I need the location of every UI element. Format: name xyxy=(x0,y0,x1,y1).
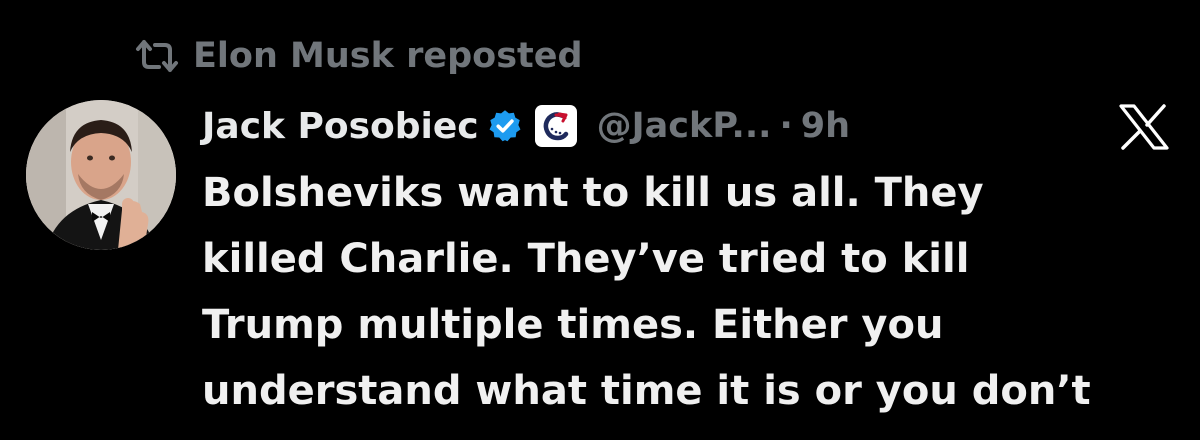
author-handle[interactable]: @JackP... xyxy=(597,106,772,146)
avatar[interactable] xyxy=(26,100,176,250)
post-timestamp[interactable]: 9h xyxy=(801,106,850,146)
post-header: Jack Posobiec @JackP... · 9h xyxy=(202,100,850,152)
repost-indicator[interactable]: Elon Musk reposted xyxy=(135,30,583,82)
post-text-line: understand what time it is or you don’t xyxy=(202,368,1091,414)
x-logo-icon xyxy=(1118,104,1170,150)
author-display-name[interactable]: Jack Posobiec xyxy=(202,106,479,147)
repost-label: Elon Musk reposted xyxy=(193,36,583,76)
post-text-line: Trump multiple times. Either you xyxy=(202,302,944,348)
post-text: Bolsheviks want to kill us all. They kil… xyxy=(202,160,1182,424)
separator-dot: · xyxy=(779,106,793,146)
repost-icon xyxy=(135,38,179,74)
affiliate-badge-icon[interactable] xyxy=(534,105,577,147)
post-text-line: killed Charlie. They’ve tried to kill xyxy=(202,236,970,282)
post-text-line: Bolsheviks want to kill us all. They xyxy=(202,170,984,216)
verified-badge-icon xyxy=(487,108,523,144)
